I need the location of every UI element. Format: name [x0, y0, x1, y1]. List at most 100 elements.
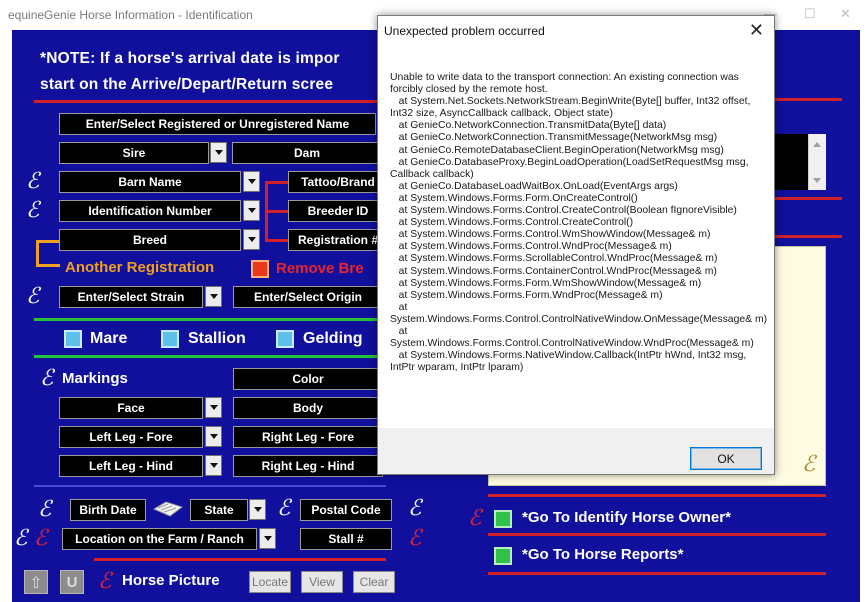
scrollbar[interactable]: [808, 134, 826, 190]
connector-line: [265, 210, 288, 213]
chevron-down-icon: [209, 434, 218, 439]
origin-field[interactable]: Enter/Select Origin: [233, 286, 383, 308]
face-dropdown[interactable]: [205, 397, 222, 418]
info-script-icon[interactable]: ℰ: [277, 498, 290, 520]
error-message: Unable to write data to the transport co…: [390, 72, 768, 374]
divider: [34, 100, 386, 103]
right-leg-hind-field[interactable]: Right Leg - Hind: [233, 455, 383, 477]
calendar-icon[interactable]: [152, 499, 184, 519]
info-script-red-icon[interactable]: ℰ: [408, 528, 421, 550]
locate-button[interactable]: Locate: [249, 571, 291, 593]
goto-owner-link[interactable]: *Go To Identify Horse Owner*: [522, 509, 731, 526]
sire-field[interactable]: Sire: [59, 142, 209, 164]
mare-label: Mare: [90, 330, 128, 347]
chevron-down-icon: [209, 405, 218, 410]
state-field[interactable]: State: [190, 499, 248, 521]
state-dropdown[interactable]: [249, 499, 266, 520]
bracket-line: [36, 264, 60, 267]
left-leg-fore-field[interactable]: Left Leg - Fore: [59, 426, 203, 448]
strain-field[interactable]: Enter/Select Strain: [59, 286, 203, 308]
goto-owner-icon[interactable]: [494, 510, 512, 528]
postal-code-field[interactable]: Postal Code: [300, 499, 392, 521]
dam-field[interactable]: Dam: [232, 142, 382, 164]
body-field[interactable]: Body: [233, 397, 383, 419]
remove-breed-label: Remove Bre: [276, 260, 364, 277]
birth-date-field[interactable]: Birth Date: [70, 499, 146, 521]
face-field[interactable]: Face: [59, 397, 203, 419]
error-dialog: Unexpected problem occurred ✕ Unable to …: [377, 15, 775, 475]
color-field[interactable]: Color: [233, 368, 383, 390]
info-script-icon[interactable]: ℰ: [802, 454, 815, 476]
dialog-title-bar: Unexpected problem occurred ✕: [378, 16, 774, 46]
info-script-red-icon[interactable]: ℰ: [468, 508, 481, 530]
mare-checkbox[interactable]: [64, 330, 82, 348]
left-leg-hind-dropdown[interactable]: [205, 455, 222, 476]
arrival-note-line1: *NOTE: If a horse's arrival date is impo…: [40, 50, 340, 67]
chevron-down-icon: [214, 150, 223, 155]
gelding-checkbox[interactable]: [276, 330, 294, 348]
goto-reports-link[interactable]: *Go To Horse Reports*: [522, 546, 683, 563]
breed-dropdown[interactable]: [243, 229, 260, 250]
identification-dropdown[interactable]: [243, 200, 260, 221]
stallion-label: Stallion: [188, 330, 246, 347]
identification-number-field[interactable]: Identification Number: [59, 200, 241, 222]
dialog-body: Unable to write data to the transport co…: [378, 46, 774, 428]
bracket-line: [36, 240, 59, 243]
chevron-down-icon: [247, 179, 256, 184]
dialog-title: Unexpected problem occurred: [384, 24, 545, 38]
window-close-button[interactable]: ✕: [840, 6, 851, 22]
arrival-note-line2: start on the Arrive/Depart/Return scree: [40, 76, 334, 93]
connector-line: [265, 181, 288, 184]
maximize-button[interactable]: ☐: [804, 6, 816, 22]
registered-name-field[interactable]: Enter/Select Registered or Unregistered …: [59, 113, 376, 135]
markings-heading: Markings: [62, 370, 128, 387]
info-script-icon[interactable]: ℰ: [408, 498, 421, 520]
strain-dropdown[interactable]: [205, 286, 222, 307]
info-script-red-icon[interactable]: ℰ: [98, 571, 111, 593]
divider: [488, 494, 826, 497]
barn-name-field[interactable]: Barn Name: [59, 171, 241, 193]
view-button[interactable]: View: [301, 571, 343, 593]
scroll-down-icon[interactable]: [813, 178, 821, 183]
info-script-icon[interactable]: ℰ: [26, 171, 39, 193]
info-script-icon[interactable]: ℰ: [26, 200, 39, 222]
right-leg-fore-field[interactable]: Right Leg - Fore: [233, 426, 383, 448]
horse-picture-label: Horse Picture: [122, 572, 220, 589]
connector-line: [265, 239, 288, 242]
info-script-red-icon[interactable]: ℰ: [34, 528, 47, 550]
clear-button[interactable]: Clear: [353, 571, 395, 593]
barn-name-dropdown[interactable]: [243, 171, 260, 192]
up-arrow-icon[interactable]: ⇧: [24, 570, 48, 594]
u-icon[interactable]: U: [60, 570, 84, 594]
close-icon[interactable]: ✕: [749, 20, 764, 41]
scroll-up-icon[interactable]: [813, 142, 821, 147]
chevron-down-icon: [209, 463, 218, 468]
bracket-line: [36, 240, 39, 266]
breeder-id-field[interactable]: Breeder ID: [288, 200, 388, 222]
info-script-icon[interactable]: ℰ: [40, 368, 53, 390]
farm-location-field[interactable]: Location on the Farm / Ranch: [62, 528, 257, 550]
location-dropdown[interactable]: [259, 528, 276, 549]
left-leg-fore-dropdown[interactable]: [205, 426, 222, 447]
tattoo-brand-field[interactable]: Tattoo/Brand: [288, 171, 388, 193]
stallion-checkbox[interactable]: [161, 330, 179, 348]
registration-number-field[interactable]: Registration #: [288, 229, 388, 251]
gelding-label: Gelding: [303, 330, 363, 347]
info-script-icon[interactable]: ℰ: [14, 528, 27, 550]
divider: [488, 572, 826, 575]
stall-number-field[interactable]: Stall #: [300, 528, 392, 550]
breed-field[interactable]: Breed: [59, 229, 241, 251]
goto-reports-icon[interactable]: [494, 547, 512, 565]
remove-breed-checkbox[interactable]: [251, 260, 269, 278]
chevron-down-icon: [253, 507, 262, 512]
ok-button[interactable]: OK: [690, 447, 762, 470]
info-script-icon[interactable]: ℰ: [38, 499, 51, 521]
sire-dropdown[interactable]: [210, 142, 227, 163]
info-script-icon[interactable]: ℰ: [26, 286, 39, 308]
divider: [34, 318, 386, 321]
chevron-down-icon: [247, 208, 256, 213]
another-registration-link[interactable]: Another Registration: [65, 259, 214, 276]
chevron-down-icon: [247, 237, 256, 242]
left-leg-hind-field[interactable]: Left Leg - Hind: [59, 455, 203, 477]
chevron-down-icon: [209, 294, 218, 299]
